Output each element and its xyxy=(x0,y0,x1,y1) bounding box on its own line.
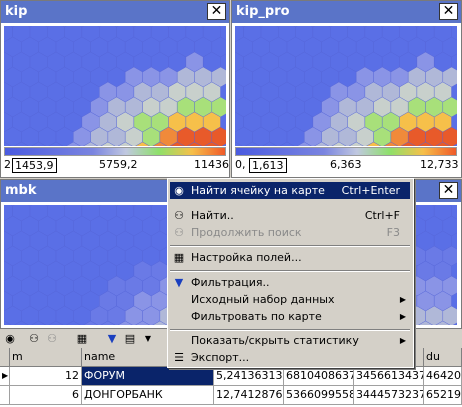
table-cell-du[interactable]: 652194 xyxy=(424,386,462,405)
scale-min: 2 xyxy=(4,158,11,171)
menu-item-fields-settings[interactable]: ▦ Настройка полей... xyxy=(170,249,410,266)
fields-settings-icon[interactable]: ▦ xyxy=(74,331,90,347)
panel-title: kip_pro xyxy=(236,4,290,19)
panel-titlebar[interactable]: kip_pro ✕ xyxy=(232,1,461,23)
kohonen-map[interactable] xyxy=(4,26,226,146)
scale-mid: 5759,2 xyxy=(99,158,138,171)
scale-max: 12,733 xyxy=(420,158,459,171)
menu-item-filter-by-map[interactable]: Фильтровать по карте ▶ xyxy=(170,308,410,325)
column-header-m[interactable]: m xyxy=(10,348,82,367)
menu-item-toggle-statistics[interactable]: Показать/скрыть статистику ▶ xyxy=(170,332,410,349)
close-button[interactable]: ✕ xyxy=(439,182,458,199)
menu-item-export[interactable]: ☰ Экспорт... xyxy=(170,349,410,366)
submenu-arrow-icon: ▶ xyxy=(399,312,406,321)
fields-settings-icon: ▦ xyxy=(173,251,185,264)
continue-search-icon: ⚇ xyxy=(174,226,184,239)
table-cell-name[interactable]: ФОРУМ xyxy=(82,367,214,386)
menu-item-find-cell[interactable]: ◉ Найти ячейку на карте Ctrl+Enter xyxy=(170,182,410,199)
menu-item-shortcut: F3 xyxy=(386,226,400,239)
color-legend xyxy=(235,147,457,156)
scale-current: 1453,9 xyxy=(12,158,57,173)
menu-item-label: Продолжить поиск xyxy=(191,226,302,239)
map-panel-kip: kip ✕ 2 1453,9 5759,2 11436 xyxy=(0,0,230,178)
table-cell[interactable]: 34445732378 xyxy=(354,386,424,405)
binoculars-icon[interactable]: ⚇ xyxy=(26,331,42,347)
menu-item-shortcut: Ctrl+Enter xyxy=(341,184,400,197)
row-header-corner xyxy=(0,348,10,367)
menu-item-label: Исходный набор данных xyxy=(191,293,335,306)
panel-titlebar[interactable]: kip ✕ xyxy=(1,1,229,23)
menu-separator xyxy=(170,329,410,331)
menu-item-label: Показать/скрыть статистику xyxy=(191,334,359,347)
continue-search-icon[interactable]: ⚇ xyxy=(44,331,60,347)
binoculars-icon: ⚇ xyxy=(174,209,184,222)
table-cell[interactable]: 5,24136313 xyxy=(214,367,284,386)
menu-item-label: Найти ячейку на карте xyxy=(191,184,325,197)
menu-item-label: Настройка полей... xyxy=(191,251,302,264)
scale-current: 1,613 xyxy=(249,158,287,173)
submenu-arrow-icon: ▶ xyxy=(399,336,406,345)
close-button[interactable]: ✕ xyxy=(207,3,226,20)
kohonen-map[interactable] xyxy=(235,26,457,146)
find-cell-icon: ◉ xyxy=(174,184,184,197)
menu-separator xyxy=(170,245,410,247)
menu-item-label: Экспорт... xyxy=(191,351,250,364)
context-menu: ◉ Найти ячейку на карте Ctrl+Enter ⚇ Най… xyxy=(167,178,414,368)
table-cell[interactable]: 34566134376 xyxy=(354,367,424,386)
chevron-down-icon[interactable]: ▼ xyxy=(140,331,156,347)
menu-separator xyxy=(170,270,410,272)
table-cell[interactable]: 53660995589 xyxy=(284,386,354,405)
find-cell-icon[interactable]: ◉ xyxy=(2,331,18,347)
panel-title: mbk xyxy=(5,183,37,198)
menu-item-label: Найти.. xyxy=(191,209,234,222)
export-icon: ☰ xyxy=(174,351,184,364)
menu-item-source-dataset[interactable]: Исходный набор данных ▶ xyxy=(170,291,410,308)
table-cell-name[interactable]: ДОНГОРБАНК xyxy=(82,386,214,405)
table-cell[interactable]: 68104086379 xyxy=(284,367,354,386)
table-cell[interactable]: 12,7412876 xyxy=(214,386,284,405)
scale-mid: 6,363 xyxy=(330,158,362,171)
menu-item-shortcut: Ctrl+F xyxy=(364,209,400,222)
map-panel-kip-pro: kip_pro ✕ 0, 1,613 6,363 12,733 xyxy=(231,0,462,178)
table-icon[interactable]: ▤ xyxy=(122,331,138,347)
menu-item-label: Фильтрация.. xyxy=(191,276,270,289)
menu-item-continue-search[interactable]: ⚇ Продолжить поиск F3 xyxy=(170,224,410,241)
row-pointer-icon: ▶ xyxy=(0,367,10,386)
table-cell-m[interactable]: 6 xyxy=(10,386,82,405)
submenu-arrow-icon: ▶ xyxy=(399,295,406,304)
panel-title: kip xyxy=(5,4,28,19)
menu-item-filtering[interactable]: ▼ Фильтрация.. xyxy=(170,274,410,291)
table-cell-du[interactable]: 464206 xyxy=(424,367,462,386)
row-header xyxy=(0,386,10,405)
menu-item-label: Фильтровать по карте xyxy=(191,310,322,323)
table-cell-m[interactable]: 12 xyxy=(10,367,82,386)
filter-icon[interactable]: ▼ xyxy=(104,331,120,347)
filter-icon: ▼ xyxy=(174,276,184,289)
close-button[interactable]: ✕ xyxy=(439,3,458,20)
menu-item-find[interactable]: ⚇ Найти.. Ctrl+F xyxy=(170,207,410,224)
column-header-du[interactable]: du xyxy=(424,348,462,367)
color-legend xyxy=(4,147,226,156)
scale-min: 0, xyxy=(235,158,246,171)
scale-max: 11436 xyxy=(194,158,229,171)
